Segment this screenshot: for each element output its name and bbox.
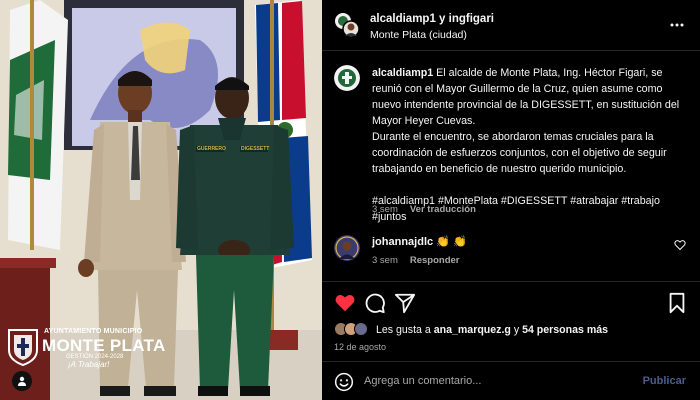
heart-outline-icon[interactable] bbox=[674, 239, 686, 251]
bookmark-icon[interactable] bbox=[666, 292, 688, 314]
author-avatar[interactable] bbox=[334, 65, 360, 91]
liker-avatars bbox=[334, 322, 374, 338]
tagged-users-button[interactable] bbox=[12, 371, 32, 391]
comment-time[interactable]: 3 sem bbox=[372, 255, 398, 266]
caption-meta: 3 sem Ver traducción bbox=[372, 204, 476, 215]
person-icon bbox=[18, 376, 26, 386]
translate-link[interactable]: Ver traducción bbox=[410, 204, 476, 215]
commenter-avatar[interactable] bbox=[334, 235, 360, 261]
comment-text: 👏 👏 bbox=[436, 236, 467, 248]
likes-prefix: Les gusta a bbox=[376, 324, 431, 336]
comment-item: johannajdlc 👏 👏 3 sem Responder bbox=[322, 225, 700, 277]
more-icon[interactable] bbox=[670, 18, 684, 32]
likes-text: Les gusta a ana_marquez.g y 54 personas … bbox=[376, 324, 608, 336]
emoji-icon[interactable] bbox=[334, 372, 354, 392]
comment-username[interactable]: johannajdlc bbox=[372, 236, 433, 248]
uniform-patch-right: DIGESSETT bbox=[241, 146, 270, 152]
post-accounts[interactable]: alcaldiamp1 y ingfigari bbox=[370, 13, 494, 25]
post-date[interactable]: 12 de agosto bbox=[334, 342, 386, 352]
send-icon[interactable] bbox=[394, 292, 416, 314]
post-photo[interactable]: GUERRERO DIGESSETT AYUNTAMIENTO MUNICIPI… bbox=[0, 0, 322, 400]
caption-body: alcaldiamp1 El alcalde de Monte Plata, I… bbox=[372, 65, 692, 225]
municipal-shield-icon bbox=[8, 329, 38, 366]
post-header: alcaldiamp1 y ingfigari Monte Plata (ciu… bbox=[322, 0, 700, 51]
branding-line1: AYUNTAMIENTO MUNICIPIO bbox=[44, 328, 143, 335]
post-caption: alcaldiamp1 El alcalde de Monte Plata, I… bbox=[322, 51, 700, 225]
uniform-patch-left: GUERRERO bbox=[197, 146, 226, 152]
post-details-panel: alcaldiamp1 y ingfigari Monte Plata (ciu… bbox=[322, 0, 700, 400]
heart-filled-icon[interactable] bbox=[334, 292, 356, 314]
likes-suffix: y bbox=[513, 324, 520, 336]
post-location[interactable]: Monte Plata (ciudad) bbox=[370, 29, 467, 41]
branding-line2: MONTE PLATA bbox=[42, 336, 166, 355]
caption-time[interactable]: 3 sem bbox=[372, 204, 398, 215]
post-actions bbox=[322, 281, 700, 321]
comment-line: johannajdlc 👏 👏 bbox=[372, 235, 467, 248]
branding-line4: ¡A Trabajar! bbox=[68, 360, 110, 369]
publish-button[interactable]: Publicar bbox=[643, 375, 686, 387]
caption-username[interactable]: alcaldiamp1 bbox=[372, 67, 433, 79]
add-comment-bar: Publicar bbox=[322, 361, 700, 400]
comment-input[interactable] bbox=[364, 371, 614, 391]
municipal-branding: AYUNTAMIENTO MUNICIPIO MONTE PLATA GESTI… bbox=[4, 324, 165, 370]
collab-avatar-icon[interactable] bbox=[334, 12, 360, 38]
commenter-avatar-icon bbox=[334, 235, 360, 261]
reply-link[interactable]: Responder bbox=[410, 255, 460, 266]
comment-meta: 3 sem Responder bbox=[372, 255, 460, 266]
likes-user[interactable]: ana_marquez.g bbox=[434, 324, 511, 336]
alcaldia-logo-icon bbox=[334, 65, 360, 91]
comment-icon[interactable] bbox=[364, 292, 386, 314]
likes-others[interactable]: 54 personas más bbox=[522, 324, 608, 336]
caption-paragraph2: Durante el encuentro, se abordaron temas… bbox=[372, 131, 667, 175]
